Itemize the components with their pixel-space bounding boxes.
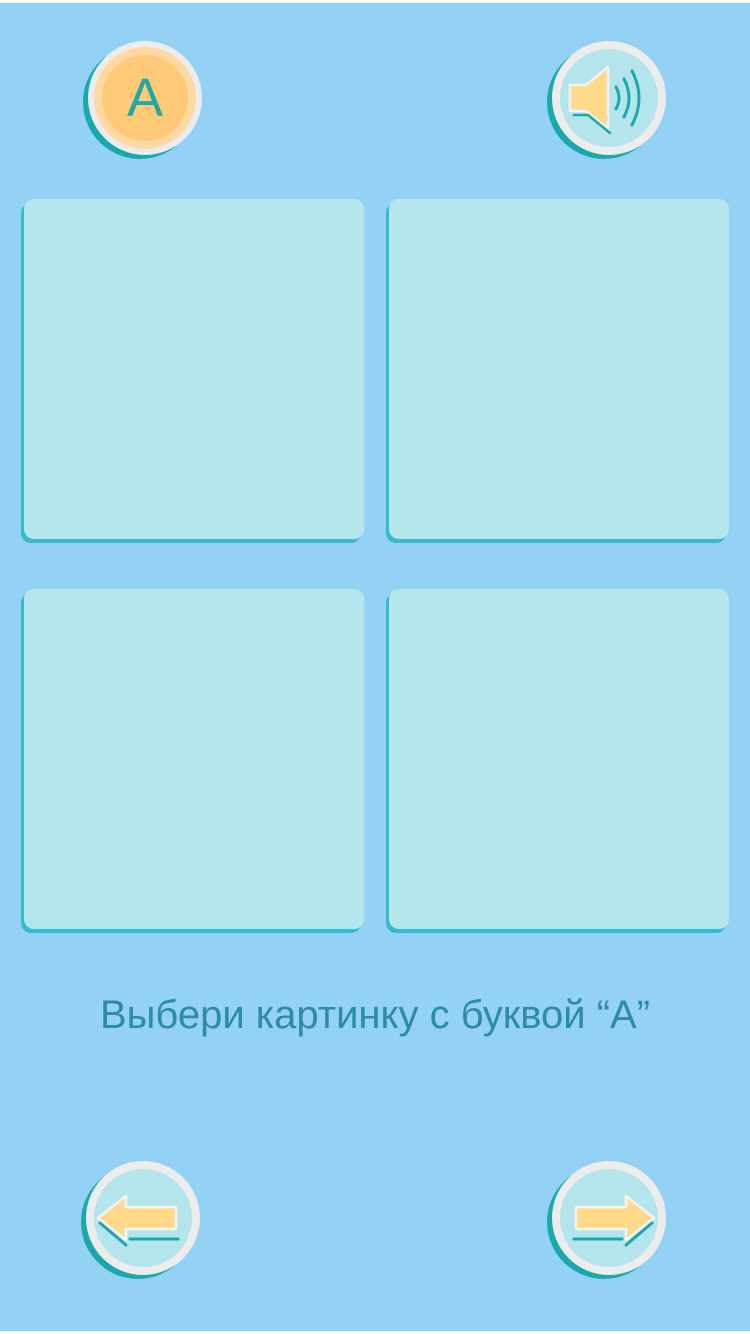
picture-card-2[interactable] [389, 199, 729, 539]
next-button[interactable] [552, 1161, 666, 1275]
instruction-text: Выбери картинку с буквой “А” [99, 993, 651, 1037]
sound-button[interactable] [552, 41, 666, 155]
back-button[interactable] [86, 1161, 200, 1275]
picture-card-4[interactable] [389, 589, 729, 929]
screen: А Выбери картинку с буквой “А” [0, 0, 750, 1334]
picture-card-1[interactable] [24, 199, 364, 539]
picture-card-3[interactable] [24, 589, 364, 929]
speaker-icon [568, 65, 641, 135]
current-letter: А [126, 68, 164, 128]
letter-badge-button[interactable]: А [88, 41, 202, 155]
arrow-right-icon [572, 1194, 656, 1247]
arrow-left-icon [96, 1194, 180, 1247]
